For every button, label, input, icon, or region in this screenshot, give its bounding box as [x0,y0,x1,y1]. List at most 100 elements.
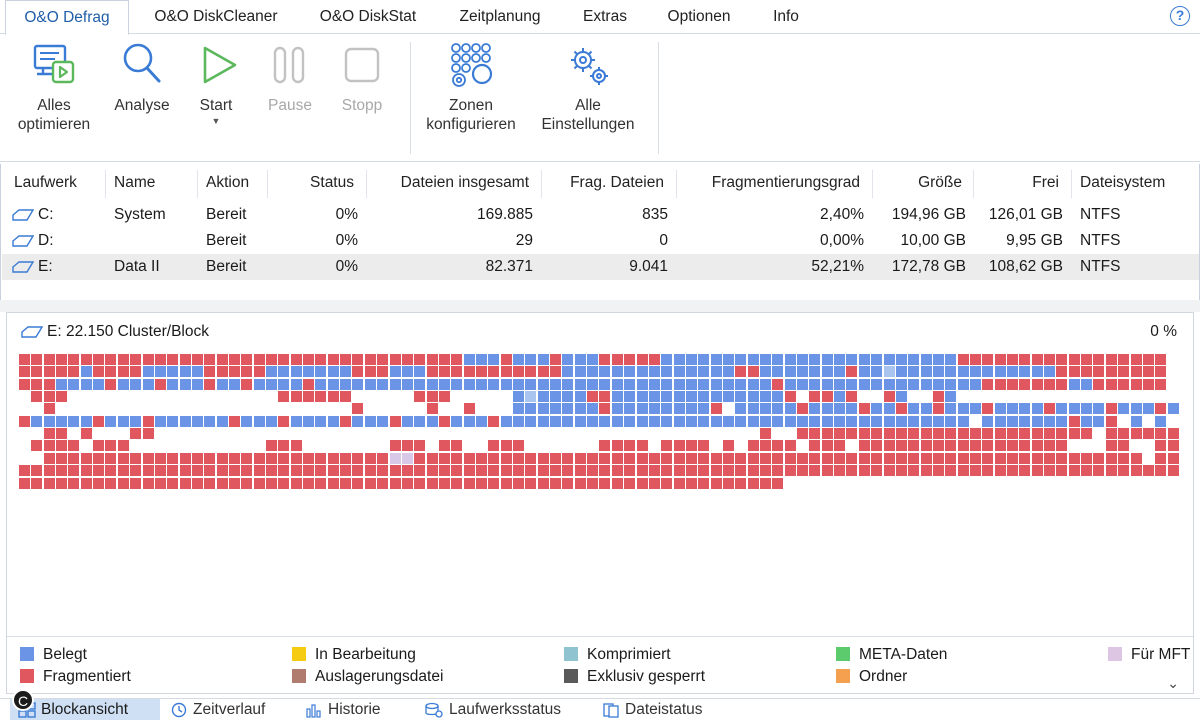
cluster-block[interactable] [550,465,561,476]
cluster-block[interactable] [538,379,549,390]
cluster-block[interactable] [760,379,771,390]
cluster-block[interactable] [315,416,326,427]
cluster-block[interactable] [155,453,166,464]
cluster-block[interactable] [637,453,648,464]
cluster-block[interactable] [1131,379,1142,390]
cluster-block[interactable] [488,416,499,427]
cluster-block[interactable] [1044,428,1055,439]
cluster-block[interactable] [550,416,561,427]
cluster-block[interactable] [414,453,425,464]
cluster-block[interactable] [217,453,228,464]
cluster-block[interactable] [748,403,759,414]
cluster-block[interactable] [229,453,240,464]
cluster-block[interactable] [340,366,351,377]
cluster-block[interactable] [587,391,598,402]
cluster-block[interactable] [93,416,104,427]
cluster-block[interactable] [822,354,833,365]
cluster-block[interactable] [908,354,919,365]
cluster-block[interactable] [661,465,672,476]
cluster-block[interactable] [822,465,833,476]
cluster-block[interactable] [427,403,438,414]
cluster-block[interactable] [711,403,722,414]
cluster-block[interactable] [1032,354,1043,365]
cluster-block[interactable] [760,391,771,402]
cluster-block[interactable] [56,391,67,402]
cluster-block[interactable] [1106,453,1117,464]
cluster-block[interactable] [192,379,203,390]
cluster-block[interactable] [575,416,586,427]
cluster-block[interactable] [1007,453,1018,464]
cluster-block[interactable] [982,354,993,365]
cluster-block[interactable] [167,366,178,377]
cluster-block[interactable] [488,478,499,489]
cluster-block[interactable] [130,366,141,377]
cluster-block[interactable] [105,416,116,427]
cluster-block[interactable] [427,366,438,377]
cluster-block[interactable] [958,366,969,377]
cluster-block[interactable] [402,465,413,476]
cluster-block[interactable] [192,478,203,489]
cluster-block[interactable] [772,465,783,476]
cluster-block[interactable] [933,428,944,439]
cluster-block[interactable] [1056,465,1067,476]
cluster-block[interactable] [291,379,302,390]
cluster-block[interactable] [1044,403,1055,414]
cluster-block[interactable] [982,403,993,414]
cluster-block[interactable] [599,440,610,451]
cluster-block[interactable] [649,366,660,377]
cluster-block[interactable] [390,440,401,451]
cluster-block[interactable] [1032,465,1043,476]
cluster-block[interactable] [525,403,536,414]
cluster-block[interactable] [921,453,932,464]
cluster-block[interactable] [105,478,116,489]
cluster-block[interactable] [1143,379,1154,390]
cluster-block[interactable] [859,465,870,476]
cluster-block[interactable] [698,416,709,427]
cluster-block[interactable] [846,391,857,402]
cluster-block[interactable] [711,379,722,390]
cluster-block[interactable] [1081,465,1092,476]
cluster-block[interactable] [822,428,833,439]
cluster-block[interactable] [562,416,573,427]
tab-oo-defrag[interactable]: O&O Defrag [5,0,129,35]
cluster-block[interactable] [686,354,697,365]
cluster-block[interactable] [365,478,376,489]
cluster-block[interactable] [278,440,289,451]
cluster-block[interactable] [871,453,882,464]
cluster-block[interactable] [834,354,845,365]
cluster-block[interactable] [723,366,734,377]
cluster-block[interactable] [661,366,672,377]
cluster-block[interactable] [970,403,981,414]
cluster-block[interactable] [303,366,314,377]
cluster-block[interactable] [439,465,450,476]
cluster-block[interactable] [760,428,771,439]
cluster-block[interactable] [995,416,1006,427]
cluster-block[interactable] [254,453,265,464]
cluster-block[interactable] [686,453,697,464]
cluster-block[interactable] [143,428,154,439]
cluster-block[interactable] [1143,366,1154,377]
cluster-block[interactable] [772,354,783,365]
cluster-block[interactable] [599,391,610,402]
cluster-block[interactable] [809,440,820,451]
cluster-block[interactable] [933,379,944,390]
cluster-block[interactable] [1081,416,1092,427]
cluster-block[interactable] [377,366,388,377]
cluster-block[interactable] [501,366,512,377]
cluster-block[interactable] [1143,403,1154,414]
cluster-block[interactable] [266,465,277,476]
cluster-block[interactable] [31,478,42,489]
cluster-block[interactable] [402,366,413,377]
cluster-block[interactable] [612,391,623,402]
cluster-block[interactable] [451,478,462,489]
cluster-block[interactable] [340,379,351,390]
cluster-block[interactable] [217,366,228,377]
cluster-block[interactable] [340,465,351,476]
cluster-block[interactable] [711,391,722,402]
cluster-block[interactable] [896,465,907,476]
cluster-block[interactable] [958,440,969,451]
cluster-block[interactable] [352,416,363,427]
cluster-block[interactable] [859,453,870,464]
cluster-block[interactable] [884,465,895,476]
cluster-block[interactable] [908,366,919,377]
